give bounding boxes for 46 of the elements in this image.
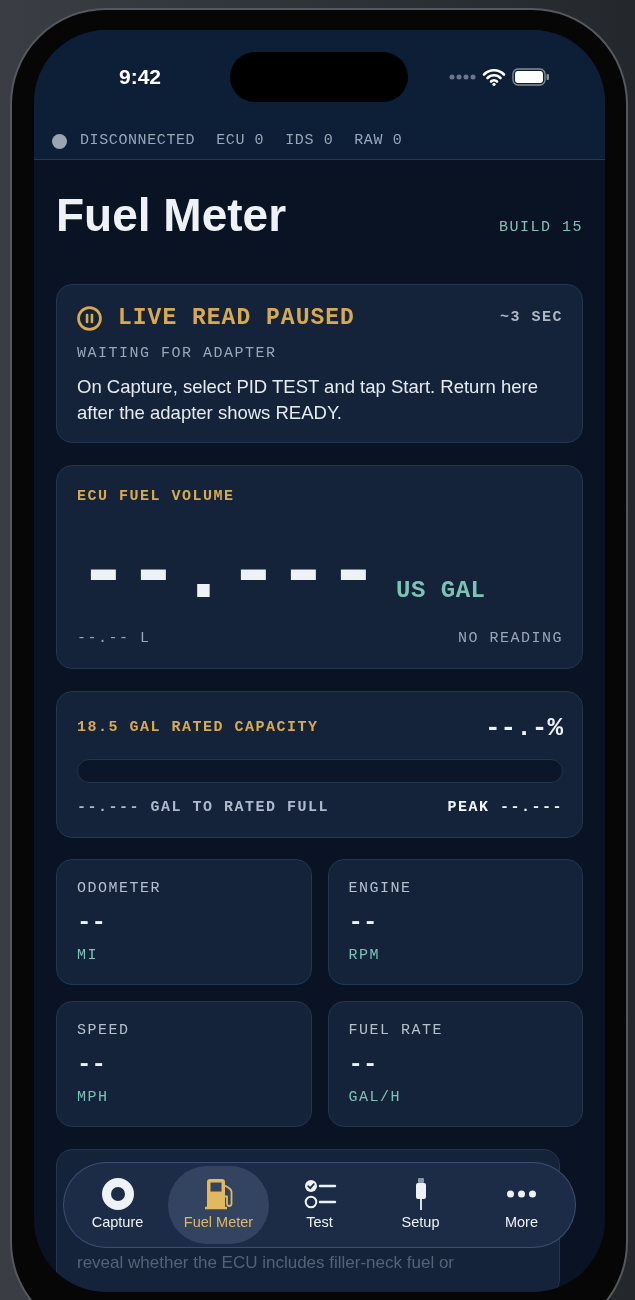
metric-label: ENGINE [348, 879, 413, 900]
refresh-interval: ~3 SEC [500, 308, 563, 329]
cable-plug-icon [414, 1177, 427, 1211]
liters-reading: --.-- L [77, 629, 151, 650]
metric-value: -- [77, 1052, 107, 1079]
cellular-signal-icon [449, 74, 476, 80]
counter-label: ECU 0 [216, 131, 265, 151]
tab-item[interactable]: Setup [370, 1166, 471, 1244]
status-message: On Capture, select PID TEST and tap Start. Return here after the adapter shows READY. [77, 375, 540, 426]
unit-label: US GAL [396, 576, 486, 607]
tab-item[interactable]: Capture [67, 1166, 168, 1244]
metric-label: SPEED [77, 1021, 131, 1042]
tab-item[interactable]: Test [269, 1166, 370, 1244]
reading-status: NO READING [458, 629, 563, 650]
tab-item[interactable]: Fuel Meter [168, 1166, 269, 1244]
metric-label: FUEL RATE [348, 1021, 444, 1042]
wifi-icon [482, 68, 506, 86]
ellipsis-icon [506, 1190, 537, 1198]
peak-reading: PEAK --.--- [447, 798, 563, 819]
fuel-pump-icon [203, 1177, 234, 1211]
card-label: ECU FUEL VOLUME [77, 487, 236, 508]
build-label: BUILD 15 [499, 218, 583, 238]
connection-status: DISCONNECTED [80, 131, 196, 151]
note-text: reveal whether the ECU includes filler-neck fuel or [77, 1252, 455, 1275]
metric-value: -- [77, 910, 107, 937]
metric-label: ODOMETER [77, 879, 162, 900]
counter-label: IDS 0 [285, 131, 334, 151]
percent-reading: --.-% [485, 713, 563, 744]
remaining-label: --.--- GAL TO RATED FULL [77, 798, 330, 819]
status-title: LIVE READ PAUSED [118, 306, 355, 331]
unit-label: RPM [348, 946, 381, 967]
ring-icon [100, 1177, 135, 1211]
metric-value: -- [348, 1052, 379, 1079]
tab-item[interactable]: More [471, 1166, 572, 1244]
metric-value: -- [348, 910, 379, 937]
unit-label: MPH [77, 1088, 110, 1109]
battery-icon [512, 68, 550, 86]
fuel-reading: --.--- [77, 531, 378, 617]
status-time: 9:42 [118, 65, 162, 89]
unit-label: MI [77, 946, 99, 967]
card-label: 18.5 GAL RATED CAPACITY [77, 718, 319, 739]
page-title: Fuel Meter [56, 188, 287, 243]
checklist-icon [302, 1178, 337, 1210]
status-subtitle: WAITING FOR ADAPTER [77, 344, 278, 365]
unit-label: GAL/H [348, 1088, 402, 1109]
counter-label: RAW 0 [354, 131, 403, 151]
